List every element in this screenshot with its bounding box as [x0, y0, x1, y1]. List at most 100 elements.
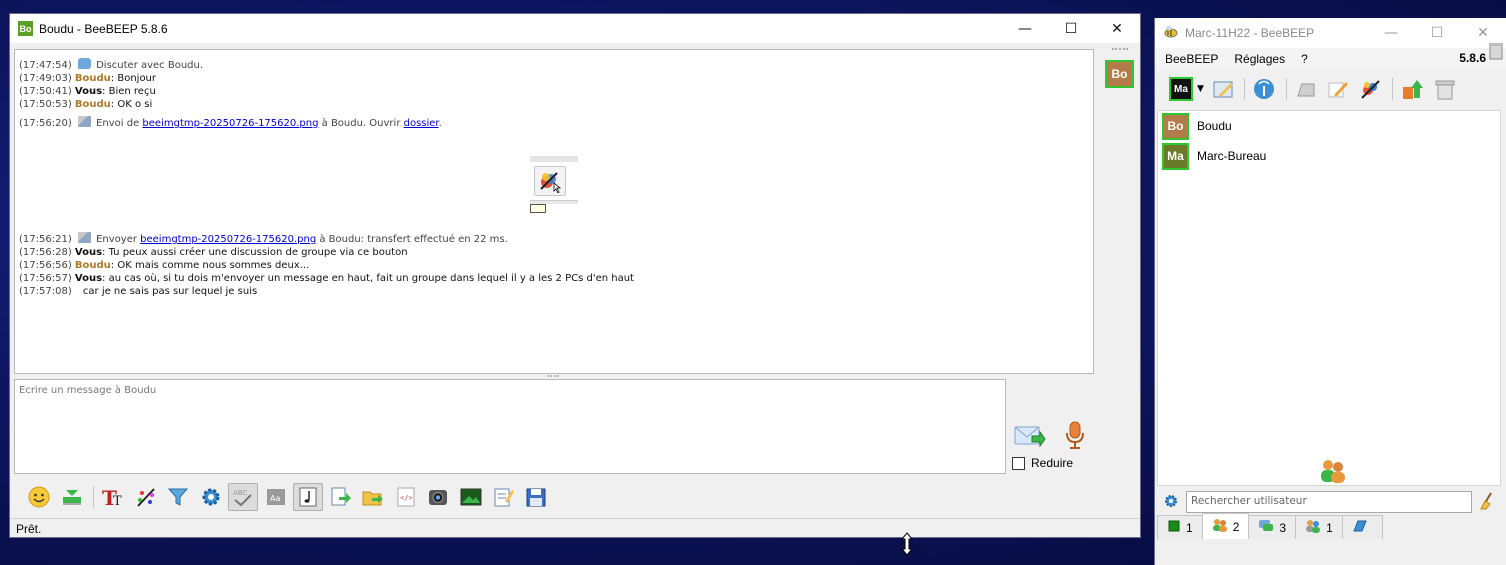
file-link[interactable]: beeimgtmp-20250726-175620.png [140, 234, 316, 245]
user-name: Marc-Bureau [1197, 149, 1267, 163]
edit-profile-icon[interactable] [1208, 75, 1238, 103]
users-icon [1167, 519, 1181, 536]
timestamp: (17:49:03) [19, 73, 72, 84]
maximize-button[interactable]: ☐ [1048, 14, 1094, 43]
toolbar-separator [1392, 78, 1394, 100]
screenshot-icon[interactable] [423, 483, 453, 511]
message-text: : OK mais comme nous sommes deux... [110, 260, 310, 271]
folder-link[interactable]: dossier [404, 118, 439, 129]
main-toolbar: Ma ▼ [1155, 70, 1506, 108]
timestamp: (17:56:57) [19, 273, 72, 284]
peer-avatar[interactable]: Bo [1105, 60, 1134, 88]
sender-name: Vous [74, 86, 103, 97]
file-link[interactable]: beeimgtmp-20250726-175620.png [142, 118, 318, 129]
system-message: à Boudu. Ouvrir [318, 118, 404, 129]
chats-icon [1258, 519, 1274, 536]
send-message-icon[interactable] [1014, 422, 1046, 450]
toolbar-separator [1244, 78, 1246, 100]
tab-share[interactable] [1341, 515, 1383, 539]
timestamp: (17:50:41) [19, 86, 72, 97]
tab-users[interactable]: 1 [1157, 515, 1203, 539]
view-tabs: 1 2 3 1 [1157, 513, 1383, 541]
close-button[interactable]: ✕ [1094, 14, 1140, 43]
trash-icon[interactable] [1430, 75, 1460, 103]
version-label: 5.8.6 [1459, 51, 1486, 65]
my-status-avatar[interactable]: Ma [1169, 77, 1193, 101]
create-group-icon[interactable] [1318, 457, 1348, 485]
splitter-handle[interactable] [547, 375, 559, 378]
message-text: : Bonjour [110, 73, 157, 84]
clear-search-icon[interactable] [1479, 492, 1495, 513]
system-message: . [438, 118, 442, 129]
color-icon[interactable] [131, 483, 161, 511]
timestamp: (17:56:21) [19, 234, 72, 245]
svg-text:Aa: Aa [270, 494, 280, 503]
microphone-icon[interactable] [1064, 420, 1086, 450]
user-list[interactable]: Bo Boudu Ma Marc-Bureau [1157, 110, 1501, 486]
menu-beebeep[interactable]: BeeBEEP [1165, 52, 1218, 66]
sender-name: Boudu [74, 260, 111, 271]
main-titlebar[interactable]: Marc-11H22 - BeeBEEP — ☐ ✕ [1155, 18, 1506, 48]
user-list-item[interactable]: Bo Boudu [1158, 111, 1500, 141]
chat-line: (17:47:54) Discuter avec Boudu. [19, 58, 1093, 72]
tab-chats[interactable]: 3 [1248, 515, 1297, 539]
timestamp: (17:57:08) [19, 286, 72, 297]
code-icon[interactable]: </> [391, 483, 421, 511]
chat-line: (17:56:57) Vous: au cas où, si tu dois m… [19, 272, 634, 285]
image-preview[interactable] [530, 156, 578, 213]
spellcheck-icon[interactable]: ABC [228, 483, 258, 511]
font-icon[interactable]: TT [98, 483, 128, 511]
timestamp: (17:56:28) [19, 247, 72, 258]
tab-count: 1 [1326, 520, 1333, 535]
timestamp: (17:56:20) [19, 118, 72, 129]
status-bar: Prêt. [10, 518, 1140, 538]
write-icon[interactable] [1323, 75, 1353, 103]
chat-transcript[interactable]: (17:47:54) Discuter avec Boudu. (17:49:0… [14, 49, 1094, 374]
preview-bar [530, 156, 578, 162]
save-icon[interactable] [521, 483, 551, 511]
send-folder-icon[interactable] [358, 483, 388, 511]
sender-name: Boudu [74, 99, 111, 110]
recycle-bin-icon [1488, 40, 1504, 63]
group-icon [1212, 518, 1228, 535]
minimize-button[interactable]: — [1002, 14, 1048, 43]
save-chat-icon[interactable] [57, 483, 87, 511]
settings-icon[interactable] [196, 483, 226, 511]
notes-icon[interactable] [488, 483, 518, 511]
side-panel-grip[interactable] [1112, 48, 1128, 54]
chat-titlebar[interactable]: Bo Boudu - BeeBEEP 5.8.6 — ☐ ✕ [10, 14, 1140, 43]
file-transfer-icon [77, 116, 91, 127]
reduce-checkbox[interactable]: Reduire [1012, 456, 1073, 470]
message-input[interactable]: Ecrire un message à Boudu [14, 379, 1006, 474]
emoji-icon[interactable] [24, 483, 54, 511]
music-note-icon[interactable] [293, 483, 323, 511]
menu-settings[interactable]: Réglages [1234, 52, 1285, 66]
magic-wand-icon [534, 166, 566, 196]
chat-line: (17:50:53) Boudu: OK o si [19, 98, 1093, 111]
minimize-button[interactable]: — [1368, 18, 1414, 47]
chat-window: Bo Boudu - BeeBEEP 5.8.6 — ☐ ✕ (17:47:54… [9, 13, 1141, 538]
upload-icon[interactable] [1397, 75, 1427, 103]
gear-icon[interactable] [1163, 493, 1179, 512]
tab-groups[interactable]: 2 [1201, 513, 1250, 539]
menu-bar: BeeBEEP Réglages ? 5.8.6 [1155, 43, 1506, 70]
search-row: Rechercher utilisateur [1155, 489, 1506, 515]
send-file-icon[interactable] [326, 483, 356, 511]
image-icon[interactable] [456, 483, 486, 511]
chevron-down-icon[interactable]: ▼ [1197, 84, 1204, 94]
broadcast-icon[interactable] [1291, 75, 1321, 103]
word-completion-icon[interactable]: Aa [261, 483, 291, 511]
checkbox-box[interactable] [1012, 456, 1025, 470]
tab-count: 1 [1186, 520, 1193, 535]
message-text: : au cas où, si tu dois m'envoyer un mes… [102, 273, 634, 284]
chat-line: (17:56:28) Vous: Tu peux aussi créer une… [19, 246, 634, 259]
tab-group-list[interactable]: 1 [1295, 515, 1343, 539]
menu-help[interactable]: ? [1301, 52, 1308, 66]
search-input[interactable]: Rechercher utilisateur [1186, 491, 1472, 513]
magic-wand-icon[interactable] [1356, 75, 1386, 103]
user-list-item[interactable]: Ma Marc-Bureau [1158, 141, 1500, 171]
svg-text:ABC: ABC [233, 489, 247, 497]
filter-icon[interactable] [163, 483, 193, 511]
network-icon[interactable] [1249, 75, 1279, 103]
maximize-button[interactable]: ☐ [1414, 18, 1460, 47]
